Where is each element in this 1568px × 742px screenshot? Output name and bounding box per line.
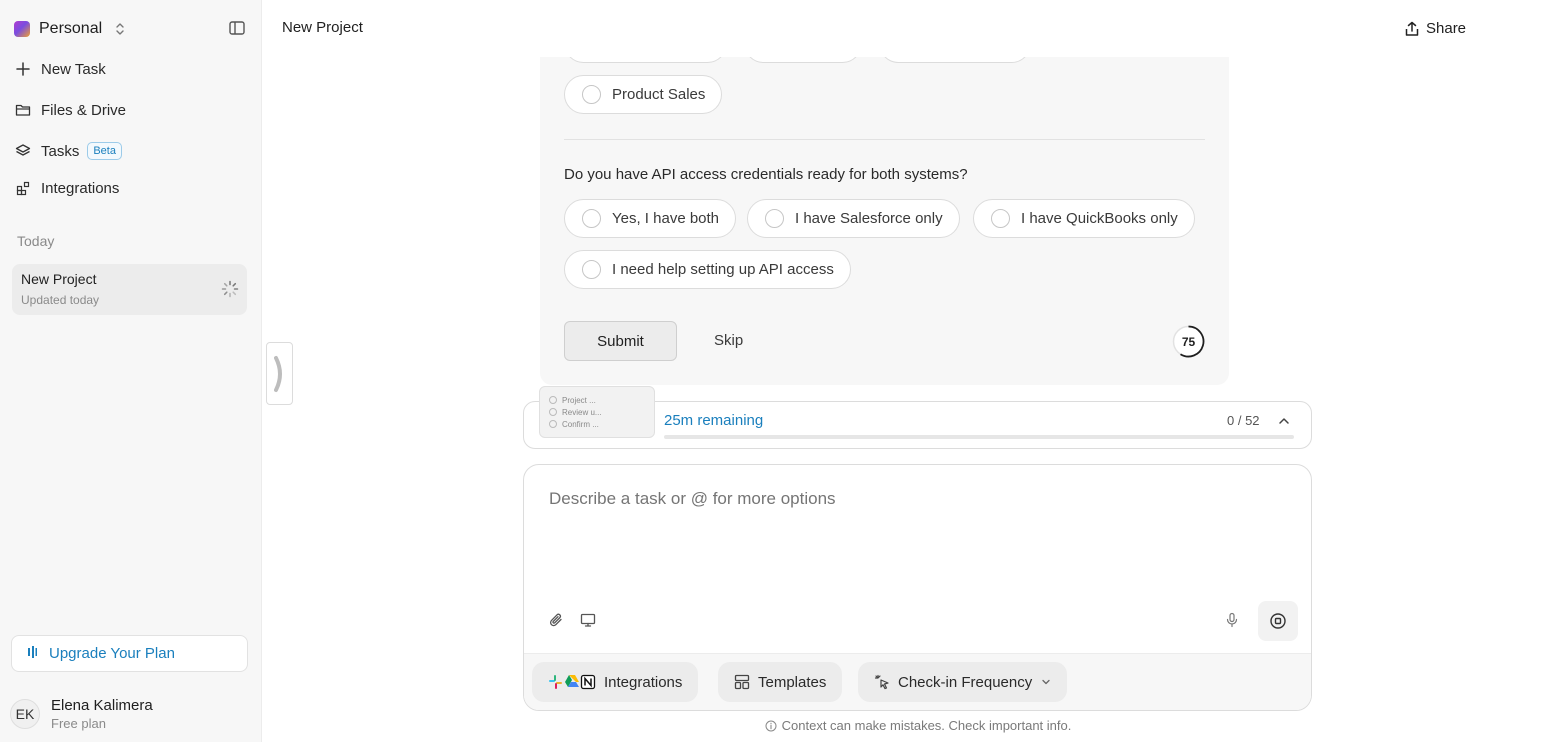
option-label: I have Salesforce only xyxy=(795,210,943,227)
computer-icon[interactable] xyxy=(579,611,597,629)
option-product-sales[interactable]: Product Sales xyxy=(564,75,723,114)
layers-icon xyxy=(14,142,32,160)
beta-badge: Beta xyxy=(87,142,122,160)
sidebar-toggle-icon[interactable] xyxy=(228,19,246,37)
task-input[interactable] xyxy=(549,489,1269,509)
circle-icon xyxy=(549,396,557,404)
option-yes-both[interactable]: Yes, I have both xyxy=(564,199,737,238)
sidebar-project-item[interactable]: New Project Updated today xyxy=(12,264,247,315)
option-quickbooks-only[interactable]: I have QuickBooks only xyxy=(973,199,1195,238)
question-text: Do you have API access credentials ready… xyxy=(564,166,968,183)
upgrade-plan-button[interactable]: Upgrade Your Plan xyxy=(11,635,248,672)
option-label: Yes, I have both xyxy=(612,210,720,227)
composer-footer: Integrations Templates Check-in Frequenc… xyxy=(524,653,1311,710)
top-header: New Project Share xyxy=(262,0,1568,57)
folder-icon xyxy=(14,101,32,119)
radio-button[interactable] xyxy=(582,85,601,104)
paperclip-icon[interactable] xyxy=(547,611,565,629)
composer: Integrations Templates Check-in Frequenc… xyxy=(523,464,1312,711)
nav-files-drive[interactable]: Files & Drive xyxy=(14,98,126,122)
radio-button[interactable] xyxy=(582,209,601,228)
circle-icon xyxy=(549,408,557,416)
section-today-heading: Today xyxy=(17,233,55,249)
integrations-chip-label: Integrations xyxy=(604,673,683,691)
project-subtitle: Updated today xyxy=(21,293,100,307)
integrations-chip[interactable]: Integrations xyxy=(532,662,699,702)
user-name: Elena Kalimera xyxy=(51,697,153,714)
plus-icon xyxy=(14,60,32,78)
share-icon xyxy=(1405,21,1419,36)
panel-expand-handle[interactable] xyxy=(266,342,293,405)
option-label: I have QuickBooks only xyxy=(1021,210,1178,227)
share-label: Share xyxy=(1426,20,1467,37)
nav-files-label: Files & Drive xyxy=(41,101,127,119)
template-icon xyxy=(734,674,750,690)
radio-button[interactable] xyxy=(991,209,1010,228)
nav-integrations[interactable]: Integrations xyxy=(14,176,119,200)
upgrade-plan-label: Upgrade Your Plan xyxy=(49,645,175,662)
workspace-logo xyxy=(14,21,30,37)
nav-tasks-label: Tasks xyxy=(41,142,80,160)
nav-integrations-label: Integrations xyxy=(41,179,120,197)
time-remaining: 25m remaining xyxy=(664,412,764,429)
integrations-icon xyxy=(14,179,32,197)
option-label: I need help setting up API access xyxy=(612,261,834,278)
thumb-item: Project ... xyxy=(562,395,596,405)
loading-spinner-icon xyxy=(221,280,239,298)
circle-icon xyxy=(549,420,557,428)
stop-button[interactable] xyxy=(1258,601,1298,641)
disclaimer-text: Context can make mistakes. Check importa… xyxy=(781,718,1072,733)
nav-tasks[interactable]: Tasks Beta xyxy=(14,139,122,163)
integration-logos-icon xyxy=(548,674,596,690)
divider xyxy=(564,139,1205,140)
checkin-chip-label: Check-in Frequency xyxy=(898,673,1033,691)
share-button[interactable]: Share xyxy=(1404,20,1466,37)
chevron-right-icon xyxy=(273,355,282,392)
option-label: Product Sales xyxy=(612,86,706,103)
countdown-timer: 75 xyxy=(1172,325,1205,358)
timer-value: 75 xyxy=(1181,334,1196,349)
checkin-frequency-chip[interactable]: Check-in Frequency xyxy=(858,662,1068,702)
info-icon xyxy=(765,720,777,731)
thumb-item: Confirm ... xyxy=(562,419,599,429)
progress-track xyxy=(664,435,1294,439)
page-title: New Project xyxy=(282,19,363,36)
nav-new-task[interactable]: New Task xyxy=(14,57,106,81)
task-plan-thumbnail[interactable]: Project ... Review u... Confirm ... xyxy=(539,386,655,438)
nav-new-task-label: New Task xyxy=(41,60,106,78)
disclaimer: Context can make mistakes. Check importa… xyxy=(0,718,1568,733)
option-salesforce-only[interactable]: I have Salesforce only xyxy=(747,199,960,238)
chevron-updown-icon xyxy=(114,21,126,37)
workspace-switcher[interactable]: Personal xyxy=(14,18,126,40)
thumb-item: Review u... xyxy=(562,407,602,417)
project-title: New Project xyxy=(21,271,97,287)
question-card: Product Sales Do you have API access cre… xyxy=(540,0,1229,385)
step-count: 0 / 52 xyxy=(1227,413,1260,428)
skip-button[interactable]: Skip xyxy=(714,332,743,349)
option-need-help-api[interactable]: I need help setting up API access xyxy=(564,250,851,289)
templates-chip-label: Templates xyxy=(758,673,827,691)
radio-button[interactable] xyxy=(765,209,784,228)
upgrade-icon xyxy=(28,645,38,663)
chevron-up-icon[interactable] xyxy=(1277,414,1291,428)
microphone-icon[interactable] xyxy=(1223,611,1241,629)
submit-button[interactable]: Submit xyxy=(564,321,677,361)
chevron-down-icon xyxy=(1041,677,1051,687)
workspace-name: Personal xyxy=(39,20,103,37)
stop-icon xyxy=(1270,613,1286,629)
radio-button[interactable] xyxy=(582,260,601,279)
sparkle-cursor-icon xyxy=(874,674,890,690)
templates-chip[interactable]: Templates xyxy=(718,662,843,702)
sidebar: Personal New Task Files & Drive Tasks Be… xyxy=(0,0,262,742)
